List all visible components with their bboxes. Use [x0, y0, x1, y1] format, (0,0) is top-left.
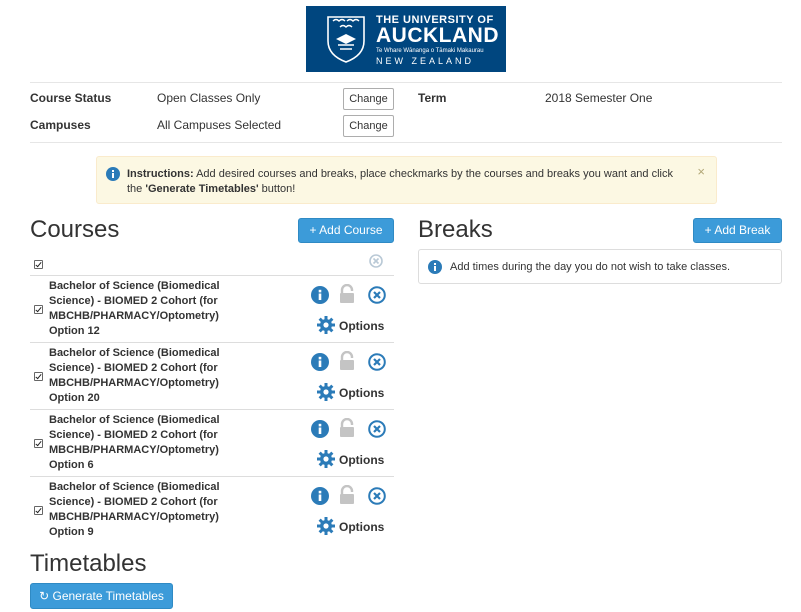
- course-name-line-4: Option 12: [49, 325, 100, 337]
- add-course-button[interactable]: + Add Course: [298, 218, 394, 243]
- courses-title: Courses: [30, 216, 120, 243]
- gear-icon[interactable]: [317, 383, 335, 401]
- instructions-alert: Instructions: Add desired courses and br…: [96, 156, 717, 204]
- course-checkbox[interactable]: [34, 439, 43, 448]
- generate-timetables-label: Generate Timetables: [52, 589, 164, 603]
- course-name-line-2: Science) - BIOMED 2 Cohort (for: [49, 496, 218, 508]
- instructions-bold: Instructions:: [127, 168, 194, 180]
- logo-line-3: Te Whare Wānanga o Tāmaki Makaurau: [376, 48, 484, 54]
- info-icon: [106, 167, 120, 181]
- divider: [30, 142, 782, 143]
- remove-course-icon[interactable]: [368, 420, 386, 438]
- instructions-text: Instructions: Add desired courses and br…: [127, 167, 687, 197]
- breaks-info-text: Add times during the day you do not wish…: [450, 261, 731, 273]
- course-name-line-4: Option 6: [49, 459, 94, 471]
- course-name-line-2: Science) - BIOMED 2 Cohort (for: [49, 362, 218, 374]
- course-info-icon[interactable]: [311, 353, 329, 371]
- timetables-title: Timetables: [30, 550, 147, 577]
- campuses-value: All Campuses Selected: [157, 118, 282, 132]
- options-button[interactable]: Options: [339, 453, 384, 467]
- gear-icon[interactable]: [317, 316, 335, 334]
- course-checkbox[interactable]: [34, 305, 43, 314]
- course-name-line-3: MBCHB/PHARMACY/Optometry): [49, 310, 219, 322]
- gear-icon[interactable]: [317, 450, 335, 468]
- course-name-line-1: Bachelor of Science (Biomedical: [49, 280, 220, 292]
- course-info-icon[interactable]: [311, 487, 329, 505]
- change-course-status-button[interactable]: Change: [343, 88, 394, 110]
- info-icon: [428, 260, 442, 274]
- divider: [30, 82, 782, 83]
- close-alert-icon[interactable]: ×: [697, 164, 705, 179]
- add-break-button[interactable]: + Add Break: [693, 218, 782, 243]
- course-name-line-1: Bachelor of Science (Biomedical: [49, 414, 220, 426]
- campuses-label: Campuses: [30, 118, 91, 132]
- crest-icon: [327, 16, 365, 63]
- course-info-icon[interactable]: [311, 286, 329, 304]
- generate-timetables-button[interactable]: ↻ Generate Timetables: [30, 583, 173, 609]
- course-name-line-3: MBCHB/PHARMACY/Optometry): [49, 377, 219, 389]
- breaks-info-box: Add times during the day you do not wish…: [418, 249, 782, 284]
- instructions-text-2: button!: [258, 183, 296, 195]
- add-course-label: Add Course: [319, 223, 383, 237]
- course-name-line-1: Bachelor of Science (Biomedical: [49, 481, 220, 493]
- remove-course-icon[interactable]: [368, 286, 386, 304]
- logo-line-4: NEW ZEALAND: [376, 56, 475, 66]
- course-status-label: Course Status: [30, 91, 112, 105]
- select-all-checkbox[interactable]: [34, 260, 43, 269]
- logo-line-2: AUCKLAND: [376, 24, 499, 47]
- remove-course-icon[interactable]: [368, 353, 386, 371]
- course-name-line-4: Option 20: [49, 392, 100, 404]
- course-name-line-3: MBCHB/PHARMACY/Optometry): [49, 511, 219, 523]
- course-name: Bachelor of Science (Biomedical Science)…: [49, 279, 239, 339]
- course-name-line-2: Science) - BIOMED 2 Cohort (for: [49, 429, 218, 441]
- instructions-bold-2: 'Generate Timetables': [145, 183, 259, 195]
- lock-icon[interactable]: [338, 284, 356, 304]
- course-name-line-2: Science) - BIOMED 2 Cohort (for: [49, 295, 218, 307]
- course-row: Bachelor of Science (Biomedical Science)…: [30, 342, 394, 409]
- breaks-title: Breaks: [418, 216, 493, 243]
- course-name-line-4: Option 9: [49, 526, 94, 538]
- course-checkbox[interactable]: [34, 372, 43, 381]
- lock-icon[interactable]: [338, 351, 356, 371]
- plus-icon: +: [704, 223, 715, 237]
- remove-course-icon[interactable]: [368, 487, 386, 505]
- lock-icon[interactable]: [338, 418, 356, 438]
- course-row: Bachelor of Science (Biomedical Science)…: [30, 275, 394, 342]
- remove-all-icon[interactable]: [369, 254, 383, 268]
- options-button[interactable]: Options: [339, 319, 384, 333]
- gear-icon[interactable]: [317, 517, 335, 535]
- course-name-line-1: Bachelor of Science (Biomedical: [49, 347, 220, 359]
- course-checkbox[interactable]: [34, 506, 43, 515]
- options-button[interactable]: Options: [339, 520, 384, 534]
- course-name-line-3: MBCHB/PHARMACY/Optometry): [49, 444, 219, 456]
- course-name: Bachelor of Science (Biomedical Science)…: [49, 346, 239, 406]
- course-status-value: Open Classes Only: [157, 91, 261, 105]
- lock-icon[interactable]: [338, 485, 356, 505]
- add-break-label: Add Break: [714, 223, 771, 237]
- options-button[interactable]: Options: [339, 386, 384, 400]
- course-info-icon[interactable]: [311, 420, 329, 438]
- term-label: Term: [418, 91, 447, 105]
- change-campuses-button[interactable]: Change: [343, 115, 394, 137]
- course-name: Bachelor of Science (Biomedical Science)…: [49, 480, 239, 540]
- course-row: Bachelor of Science (Biomedical Science)…: [30, 409, 394, 476]
- refresh-icon: ↻: [39, 589, 53, 603]
- plus-icon: +: [309, 223, 320, 237]
- course-name: Bachelor of Science (Biomedical Science)…: [49, 413, 239, 473]
- term-value: 2018 Semester One: [545, 91, 653, 105]
- course-row: Bachelor of Science (Biomedical Science)…: [30, 476, 394, 543]
- university-logo: THE UNIVERSITY OF AUCKLAND Te Whare Wāna…: [306, 6, 506, 72]
